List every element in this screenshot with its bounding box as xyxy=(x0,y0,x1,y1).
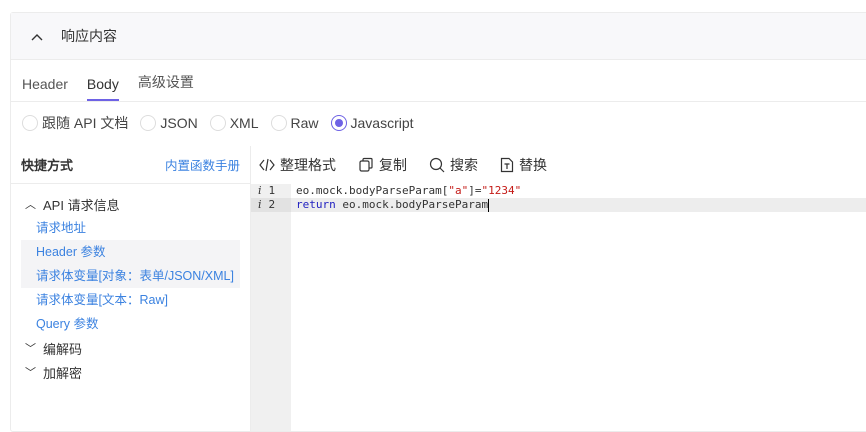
section-header[interactable]: 响应内容 xyxy=(11,13,866,60)
body-type-radios: 跟随 API 文档 JSON XML Raw Javascript xyxy=(11,102,866,144)
group-label: 加解密 xyxy=(43,365,83,381)
format-button[interactable]: 整理格式 xyxy=(259,155,336,175)
group-api-request-info[interactable]: ︿ API 请求信息 xyxy=(11,192,250,216)
link-query-params[interactable]: Query 参数 xyxy=(11,312,250,336)
radio-circle[interactable] xyxy=(270,115,287,131)
radio-circle[interactable] xyxy=(22,115,38,131)
tab-body[interactable]: Body xyxy=(86,76,119,101)
shortcuts-title: 快捷方式 xyxy=(21,158,74,173)
radio-label: 跟随 API 文档 xyxy=(42,115,129,131)
radio-circle[interactable] xyxy=(209,115,226,131)
code-editor[interactable]: i 1 eo.mock.bodyParseParam["a"]="1234" i2 r… xyxy=(251,184,866,431)
line-number: 2 xyxy=(268,198,276,211)
format-label: 整理格式 xyxy=(280,157,336,173)
radio-circle[interactable] xyxy=(140,115,157,131)
radio-label: Javascript xyxy=(350,115,414,131)
replace-button[interactable]: 替换 xyxy=(500,155,547,175)
editor-toolbar: 整理格式 复制 搜索 替换 xyxy=(251,146,866,184)
code-text: eo.mock.bodyParseParam["a"]="1234" xyxy=(296,184,522,197)
editor-panel: 整理格式 复制 搜索 替换 i 1 eo.mock.bodyParseParam["… xyxy=(251,146,866,431)
tab-header[interactable]: Header xyxy=(22,76,68,101)
chevron-down-icon: ﹀ xyxy=(25,367,36,379)
text-caret xyxy=(488,198,490,212)
radio-follow-api[interactable]: 跟随 API 文档 xyxy=(22,113,128,133)
radio-label: XML xyxy=(229,115,259,131)
radio-javascript[interactable]: Javascript xyxy=(330,115,414,131)
search-label: 搜索 xyxy=(450,157,478,173)
replace-label: 替换 xyxy=(519,157,547,173)
copy-label: 复制 xyxy=(379,157,407,173)
link-body-object[interactable]: 请求体变量[对象：表单/JSON/XML] xyxy=(21,264,240,288)
search-button[interactable]: 搜索 xyxy=(429,155,478,175)
search-icon xyxy=(429,157,445,173)
response-content-panel: 响应内容 Header Body 高级设置 跟随 API 文档 JSON XML… xyxy=(10,12,866,432)
code-line[interactable]: i 1 eo.mock.bodyParseParam["a"]="1234" xyxy=(251,184,866,198)
builtin-function-manual-link[interactable]: 内置函数手册 xyxy=(165,155,240,174)
group-label: 编解码 xyxy=(43,341,83,357)
link-request-url[interactable]: 请求地址 xyxy=(11,216,250,240)
radio-circle-selected[interactable] xyxy=(330,115,347,131)
code-text: return eo.mock.bodyParseParam xyxy=(296,198,490,212)
line-gutter xyxy=(251,184,291,431)
code-icon xyxy=(259,158,275,172)
replace-icon xyxy=(500,157,514,173)
group-crypto[interactable]: ﹀ 加解密 xyxy=(11,360,250,384)
chevron-up-icon[interactable] xyxy=(31,28,47,44)
info-icon: i xyxy=(258,184,262,197)
chevron-up-icon: ︿ xyxy=(25,199,36,211)
tab-bar: Header Body 高级设置 xyxy=(11,60,866,102)
chevron-down-icon: ﹀ xyxy=(25,343,36,355)
copy-icon xyxy=(359,157,373,172)
info-icon: i xyxy=(258,198,262,211)
tab-advanced[interactable]: 高级设置 xyxy=(138,72,194,101)
link-header-params[interactable]: Header 参数 xyxy=(21,240,240,264)
shortcuts-panel: 快捷方式 内置函数手册 ︿ API 请求信息 请求地址 Header 参数 请求体… xyxy=(11,146,251,431)
radio-label: JSON xyxy=(160,115,198,131)
link-body-raw[interactable]: 请求体变量[文本：Raw] xyxy=(11,288,250,312)
line-number: 1 xyxy=(268,184,276,197)
group-label: API 请求信息 xyxy=(43,197,120,213)
radio-label: Raw xyxy=(290,115,319,131)
group-codec[interactable]: ﹀ 编解码 xyxy=(11,336,250,360)
copy-button[interactable]: 复制 xyxy=(358,155,407,175)
radio-raw[interactable]: Raw xyxy=(270,115,319,131)
radio-json[interactable]: JSON xyxy=(140,115,198,131)
section-title: 响应内容 xyxy=(61,28,117,44)
radio-xml[interactable]: XML xyxy=(209,115,259,131)
code-line-current[interactable]: i 2 return eo.mock.bodyParseParam xyxy=(251,198,866,212)
